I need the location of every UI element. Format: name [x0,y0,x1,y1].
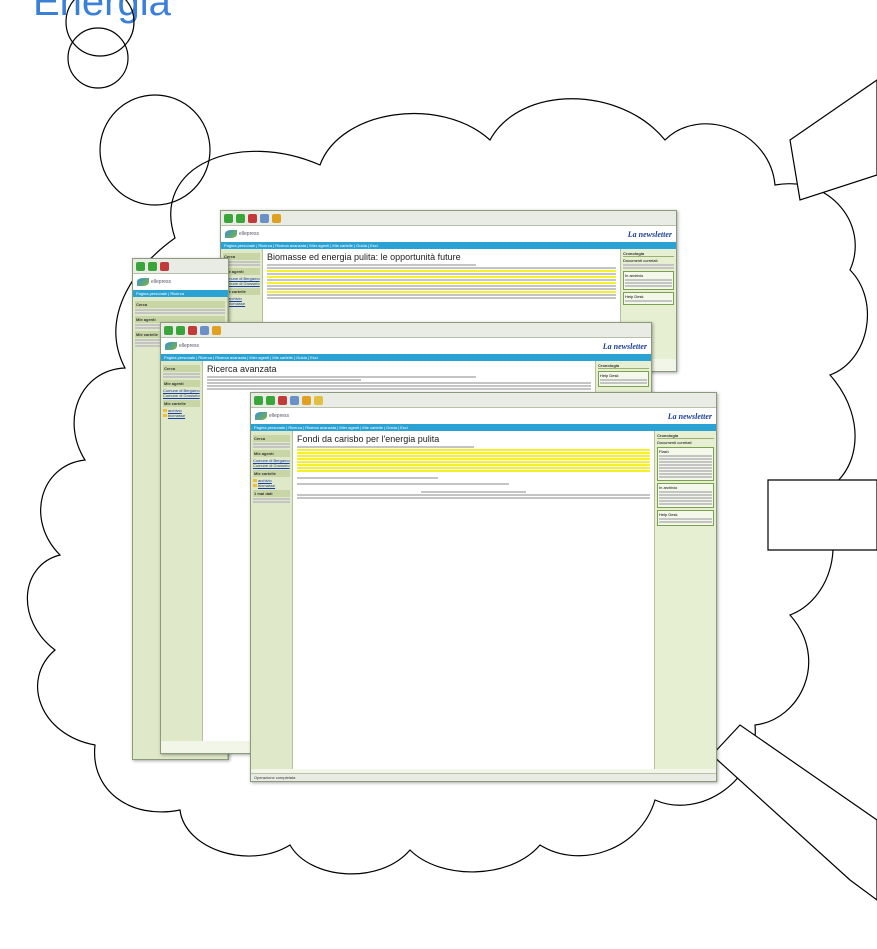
sidebar-item[interactable]: Mie cartelle [163,400,200,407]
article-title: Biomasse ed energia pulita: le opportuni… [267,252,461,262]
site-logo: ellepress [165,342,199,350]
sidebar-item[interactable]: Documenti correlati [623,258,674,263]
browser-toolbar[interactable] [251,393,716,408]
sidebar-item[interactable]: Documenti correlati [657,440,714,445]
archive-box: In archivio [657,483,714,508]
search-section[interactable]: Cerca [163,365,200,372]
help-desk-box: Help Desk [657,510,714,526]
sidebar-item[interactable]: 1 mai dati [253,490,290,497]
sidebar-item[interactable]: biomasse [258,483,275,488]
home-icon[interactable] [212,325,221,335]
forward-icon[interactable] [148,261,157,271]
stop-icon[interactable] [278,395,287,405]
site-logo: ellepress [255,412,289,420]
folder-icon [253,479,257,482]
browser-toolbar[interactable] [221,211,676,226]
forward-icon[interactable] [236,213,245,223]
right-sidebar: Cronologia Documenti correlati Flash In … [654,431,716,769]
site-logo: ellepress [225,230,259,238]
home-icon[interactable] [302,395,311,405]
search-section[interactable]: Cerca [253,435,290,442]
newsletter-banner: La newsletter [667,411,712,421]
folder-icon [253,484,257,487]
sidebar-item[interactable]: Comune di Grosseto [163,393,200,398]
main-nav[interactable]: Pagina personale | Ricerca | Ricerca ava… [161,354,651,361]
refresh-icon[interactable] [200,325,209,335]
back-icon[interactable] [224,213,233,223]
help-desk-box: Help Desk [623,292,674,305]
sidebar-item[interactable]: biomasse [228,301,245,306]
arrow-up-right [789,79,877,201]
left-sidebar: Cerca Mie agenti Comune di Bergamo Comun… [161,361,203,741]
sidebar-item[interactable]: Mie cartelle [253,470,290,477]
refresh-icon[interactable] [290,395,299,405]
article-content: Fondi da carisbo per l'energia pulita [293,431,654,769]
archive-box: In archivio [623,271,674,290]
sidebar-heading: Cronologia [598,363,649,369]
back-icon[interactable] [136,261,145,271]
sidebar-item[interactable]: Mie agenti [163,380,200,387]
browser-toolbar[interactable] [133,259,228,274]
stop-icon[interactable] [248,213,257,223]
stop-icon[interactable] [160,261,169,271]
home-icon[interactable] [272,213,281,223]
thought-bubble-small [67,27,129,89]
help-desk-box: Help Desk [598,371,649,387]
newsletter-banner: La newsletter [602,341,647,351]
sidebar-item[interactable]: biomasse [168,413,185,418]
favorites-icon[interactable] [314,395,323,405]
refresh-icon[interactable] [260,213,269,223]
back-icon[interactable] [164,325,173,335]
form-title: Ricerca avanzata [207,364,277,374]
main-nav[interactable]: Pagina personale | Ricerca | Ricerca ava… [251,424,716,431]
folder-icon [163,409,167,412]
newsletter-banner: La newsletter [627,229,672,239]
forward-icon[interactable] [176,325,185,335]
back-icon[interactable] [254,395,263,405]
status-bar: Operazione completata [251,773,716,781]
arrow-down-right [711,724,877,901]
article-title: Fondi da carisbo per l'energia pulita [297,434,440,444]
site-logo: ellepress [137,278,171,286]
browser-toolbar[interactable] [161,323,651,338]
sidebar-heading: Cronologia [623,251,674,257]
folder-icon [163,414,167,417]
sidebar-item[interactable]: Comune di Grosseto [253,463,290,468]
sidebar-heading: Cronologia [657,433,714,439]
arrow-right [767,479,877,551]
forward-icon[interactable] [266,395,275,405]
thought-bubble-medium [99,94,211,206]
left-sidebar: Cerca Mie agenti Comune di Bergamo Comun… [251,431,293,769]
stop-icon[interactable] [188,325,197,335]
sidebar-item[interactable]: Mie agenti [253,450,290,457]
flash-box: Flash [657,447,714,481]
browser-window-fondi: ellepress La newsletter Pagina personale… [250,392,717,782]
main-nav[interactable]: Pagina personale | Ricerca [133,290,228,297]
main-nav[interactable]: Pagina personale | Ricerca | Ricerca ava… [221,242,676,249]
